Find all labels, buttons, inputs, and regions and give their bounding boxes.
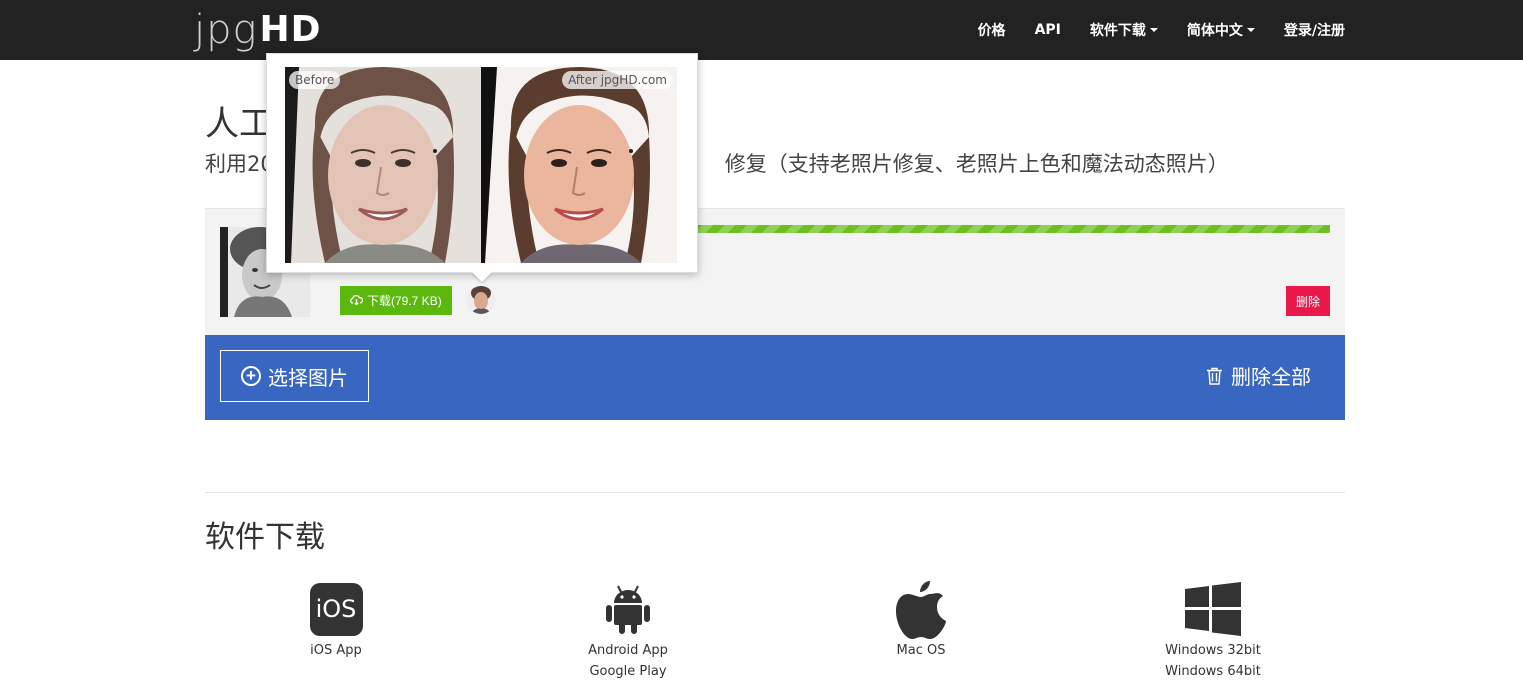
download-button[interactable]: 下载(79.7 KB) — [340, 286, 452, 315]
nav-login-register-label: 登录/注册 — [1283, 23, 1345, 39]
platform-mac-label: Mac OS — [896, 643, 946, 658]
page-subtitle-end: 修复（支持老照片修复、老照片上色和魔法动态照片） — [724, 152, 1229, 176]
section-divider — [205, 492, 1345, 493]
nav-pricing-label: 价格 — [977, 23, 1006, 39]
nav-pricing[interactable]: 价格 — [978, 20, 1006, 40]
action-bar: + 选择图片 删除全部 — [205, 335, 1345, 420]
platform-android-label-1: Android App — [588, 643, 668, 658]
platform-android[interactable]: Android App Google Play — [548, 578, 708, 682]
nav-software-download-label: 软件下载 — [1089, 23, 1146, 39]
after-image: After jpgHD.com — [481, 67, 677, 263]
ios-icon: iOS — [309, 582, 363, 636]
download-button-label: 下载(79.7 KB) — [367, 294, 442, 308]
platform-windows-label-1: Windows 32bit — [1165, 643, 1261, 658]
apple-icon — [896, 581, 946, 639]
after-label: After jpgHD.com — [562, 71, 673, 89]
before-after-comparison: Before After jpgHD.com — [285, 67, 677, 263]
nav-login-register[interactable]: 登录/注册 — [1284, 20, 1345, 40]
nav-language[interactable]: 简体中文 — [1187, 20, 1255, 40]
windows-icon — [1185, 582, 1241, 636]
popover-arrow — [472, 272, 492, 282]
result-avatar-thumbnail[interactable] — [467, 286, 495, 314]
logo[interactable]: jpg HD — [194, 4, 322, 53]
page-subtitle-start: 利用20 — [205, 152, 274, 176]
android-icon — [606, 585, 650, 634]
nav-language-label: 简体中文 — [1186, 23, 1243, 39]
before-label: Before — [289, 71, 341, 89]
page-title: 人工 — [205, 104, 273, 144]
delete-all-label: 删除全部 — [1231, 365, 1311, 389]
before-after-popover: Before After jpgHD.com — [266, 53, 698, 282]
trash-icon — [1207, 367, 1222, 385]
software-section-title: 软件下载 — [205, 520, 325, 555]
platform-ios-label: iOS App — [310, 643, 362, 658]
platform-windows[interactable]: Windows 32bit Windows 64bit — [1133, 578, 1293, 682]
nav-software-download[interactable]: 软件下载 — [1090, 20, 1158, 40]
logo-bold-text: HD — [259, 9, 322, 50]
cloud-download-icon — [350, 294, 364, 308]
caret-down-icon — [1246, 28, 1255, 32]
delete-all-button[interactable]: 删除全部 — [1206, 361, 1311, 390]
caret-down-icon — [1149, 28, 1158, 32]
platform-windows-label-2: Windows 64bit — [1165, 664, 1261, 679]
nav-api[interactable]: API — [1035, 22, 1061, 38]
navbar: jpg HD 价格 API 软件下载 简体中文 登录/注册 — [0, 0, 1523, 60]
nav-menu: 价格 API 软件下载 简体中文 登录/注册 — [949, 0, 1345, 60]
platform-android-label-2: Google Play — [589, 664, 667, 679]
platform-ios[interactable]: iOS iOS App — [256, 578, 416, 661]
select-image-button[interactable]: + 选择图片 — [220, 350, 369, 402]
delete-button[interactable]: 删除 — [1285, 286, 1330, 316]
logo-light-text: jpg — [194, 7, 258, 53]
before-image: Before — [285, 67, 481, 263]
select-image-label: 选择图片 — [268, 367, 348, 390]
plus-circle-icon: + — [241, 366, 261, 386]
nav-api-label: API — [1034, 22, 1061, 38]
platform-mac[interactable]: Mac OS — [841, 578, 1001, 661]
